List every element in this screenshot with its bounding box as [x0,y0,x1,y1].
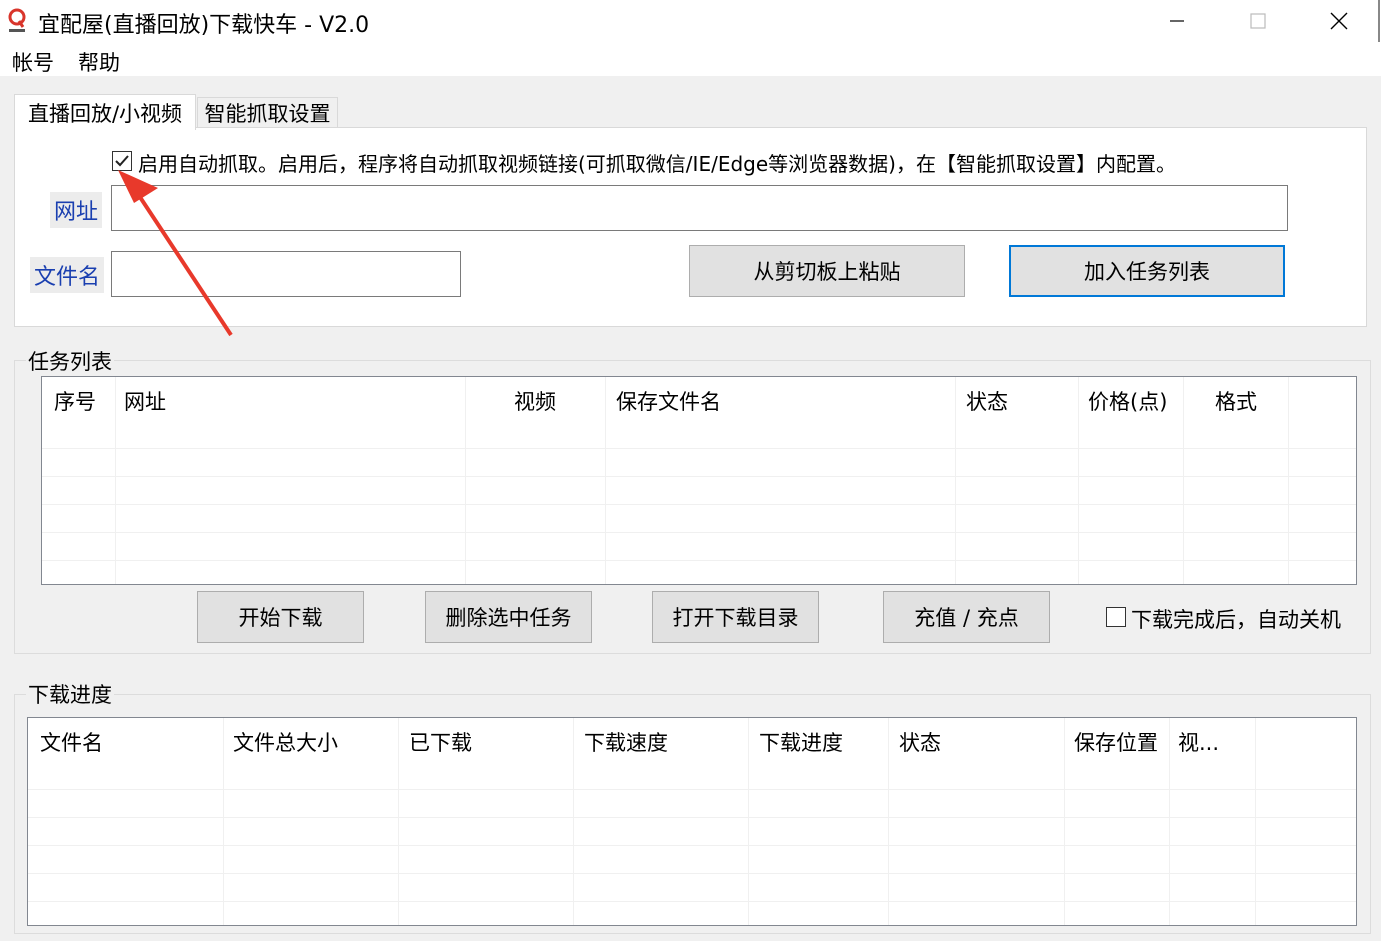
column-divider [465,377,466,584]
url-input[interactable] [111,185,1288,231]
minimize-button[interactable] [1137,0,1217,42]
column-divider [1064,718,1065,925]
column-divider [223,718,224,925]
column-header-speed[interactable]: 下载速度 [584,718,744,766]
column-divider [115,377,116,584]
minimize-icon [1170,20,1184,22]
row-divider [28,845,1356,846]
column-divider [1183,377,1184,584]
title-bar: 宜配屋(直播回放)下载快车 - V2.0 [0,0,1381,42]
row-divider [28,817,1356,818]
auto-capture-label: 启用自动抓取。启用后，程序将自动抓取视频链接(可抓取微信/IE/Edge等浏览器… [138,152,1176,176]
column-divider [1255,718,1256,925]
column-header-save-location[interactable]: 保存位置 [1074,718,1174,766]
column-header-video[interactable]: 视频 [466,377,604,425]
menu-bar: 帐号 帮助 [0,42,1381,76]
column-header-format[interactable]: 格式 [1184,377,1288,425]
row-divider [28,901,1356,902]
auto-capture-checkbox[interactable] [112,151,132,171]
row-divider [42,560,1356,561]
tab-live-replay[interactable]: 直播回放/小视频 [14,94,196,130]
column-divider [1078,377,1079,584]
recharge-button[interactable]: 充值 / 充点 [883,591,1050,643]
close-icon [1330,12,1348,30]
row-divider [42,504,1356,505]
app-logo-icon [8,8,26,32]
column-header-progress[interactable]: 下载进度 [759,718,889,766]
filename-input[interactable] [111,251,461,297]
close-button[interactable] [1299,0,1379,42]
row-divider [28,873,1356,874]
menu-help[interactable]: 帮助 [78,47,120,77]
download-progress-title: 下载进度 [26,679,114,709]
column-divider [955,377,956,584]
column-divider [605,377,606,584]
url-label: 网址 [50,192,103,228]
tab-smart-capture-settings[interactable]: 智能抓取设置 [197,97,338,128]
column-header-price[interactable]: 价格(点) [1088,377,1186,425]
menu-account[interactable]: 帐号 [12,47,54,77]
row-divider [28,789,1356,790]
auto-shutdown-checkbox[interactable] [1106,607,1126,627]
open-download-folder-button[interactable]: 打开下载目录 [652,591,819,643]
start-download-button[interactable]: 开始下载 [197,591,364,643]
column-divider [1288,377,1289,584]
column-header-index[interactable]: 序号 [54,377,114,425]
column-header-video[interactable]: 视... [1178,718,1256,766]
column-header-save-filename[interactable]: 保存文件名 [616,377,956,425]
window-edge [1378,0,1380,42]
auto-shutdown-label: 下载完成后，自动关机 [1131,608,1341,632]
column-header-status[interactable]: 状态 [966,377,1076,425]
task-table[interactable]: 序号 网址 视频 保存文件名 状态 价格(点) 格式 [41,376,1357,585]
paste-from-clipboard-button[interactable]: 从剪切板上粘贴 [689,245,965,297]
column-divider [748,718,749,925]
column-divider [888,718,889,925]
task-list-title: 任务列表 [26,346,114,376]
window-title: 宜配屋(直播回放)下载快车 - V2.0 [38,13,370,38]
row-divider [42,476,1356,477]
column-header-total-size[interactable]: 文件总大小 [233,718,393,766]
progress-table[interactable]: 文件名 文件总大小 已下载 下载速度 下载进度 状态 保存位置 视... [27,717,1357,926]
maximize-icon [1250,13,1266,29]
column-divider [573,718,574,925]
row-divider [42,448,1356,449]
column-header-filename[interactable]: 文件名 [40,718,220,766]
maximize-button[interactable] [1218,0,1298,42]
column-header-status[interactable]: 状态 [899,718,1069,766]
add-to-task-list-button[interactable]: 加入任务列表 [1009,245,1285,297]
column-divider [1169,718,1170,925]
filename-label: 文件名 [30,257,105,293]
delete-selected-task-button[interactable]: 删除选中任务 [425,591,592,643]
column-divider [398,718,399,925]
checkmark-icon [115,155,129,167]
row-divider [42,532,1356,533]
column-header-downloaded[interactable]: 已下载 [409,718,569,766]
column-header-url[interactable]: 网址 [124,377,464,425]
